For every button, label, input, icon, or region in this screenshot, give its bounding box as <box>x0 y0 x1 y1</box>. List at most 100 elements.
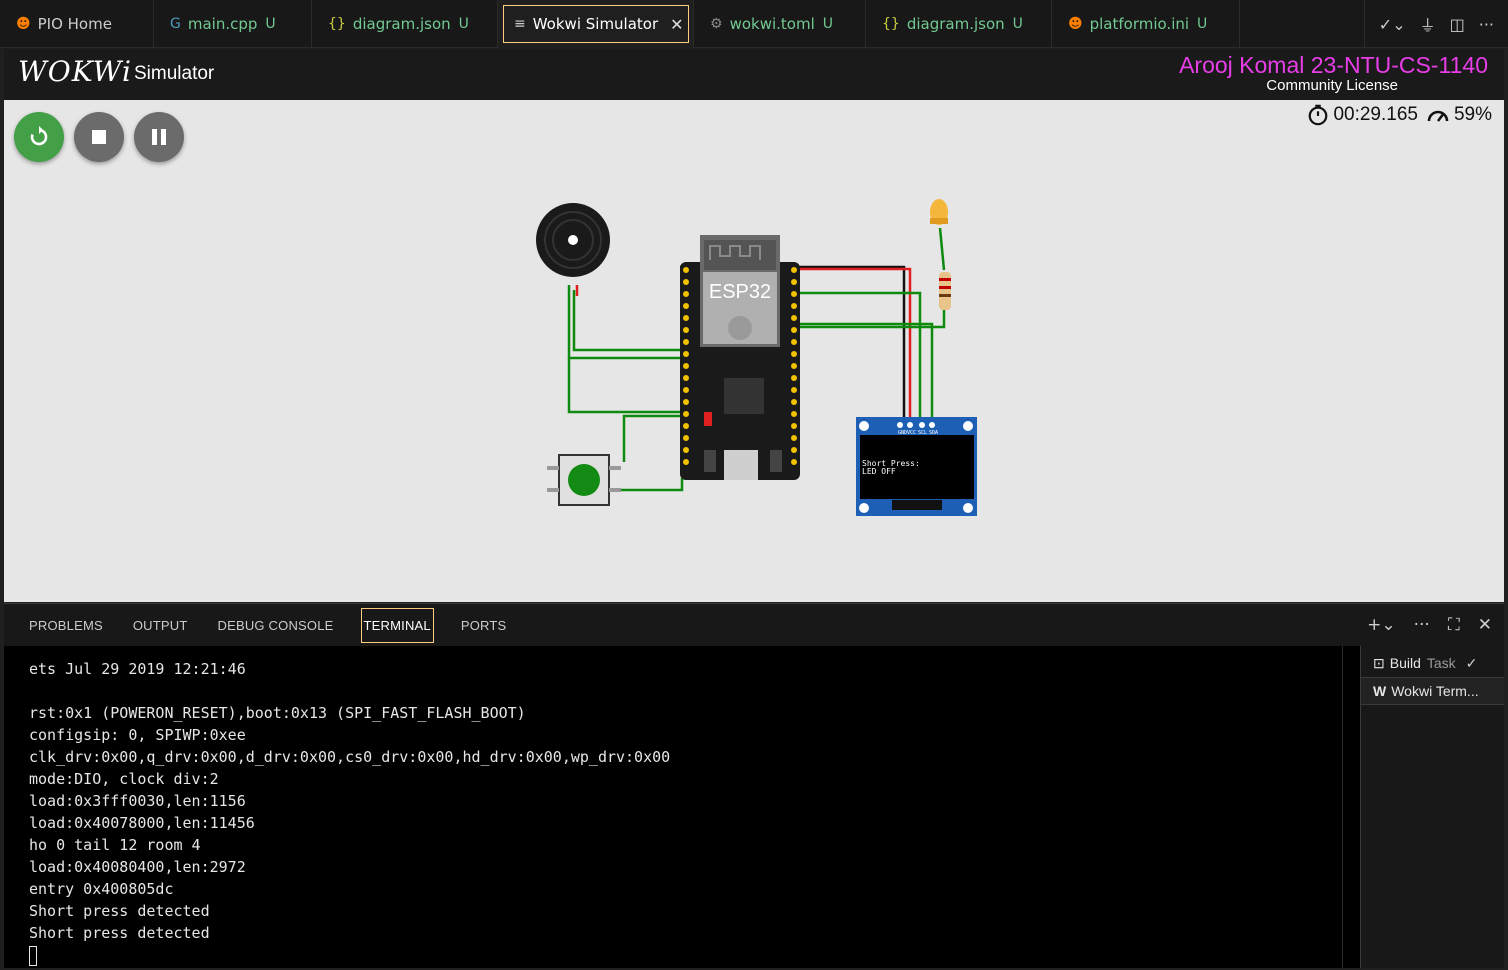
check-icon: ✓ <box>1465 654 1478 671</box>
license-name: Arooj Komal 23-NTU-CS-1140 <box>1179 52 1488 78</box>
modified-badge: U <box>822 16 833 32</box>
push-button[interactable] <box>547 454 621 506</box>
tab-ports[interactable]: PORTS <box>446 608 522 643</box>
terminal-list: ⊡ Build Task ✓ W Wokwi Term... <box>1360 646 1504 968</box>
wokwi-icon: W <box>1373 683 1387 699</box>
terminal-item-wokwi[interactable]: W Wokwi Term... <box>1361 677 1504 705</box>
tab-terminal[interactable]: TERMINAL <box>360 607 434 643</box>
oled-pin-sda: SDA <box>929 430 938 436</box>
speedometer-icon <box>1427 110 1449 122</box>
platformio-icon: ☻ <box>1068 16 1083 32</box>
tab-diagram-json-2[interactable]: {} diagram.json U <box>866 0 1052 48</box>
simulation-stats: 00:29.165 59% <box>1307 104 1492 126</box>
tab-main-cpp[interactable]: G main.cpp U <box>154 0 312 48</box>
terminal-item-label: Build <box>1389 655 1421 671</box>
more-icon[interactable]: ··· <box>1414 615 1430 635</box>
wire-button-b <box>622 414 686 462</box>
simulator-canvas[interactable]: ESP32 GND VCC SCL SDA Short Press: LED O… <box>4 100 1504 602</box>
stopwatch-icon <box>1309 104 1328 126</box>
tab-problems[interactable]: PROBLEMS <box>14 608 118 643</box>
tab-debug-console[interactable]: DEBUG CONSOLE <box>203 608 349 643</box>
stop-icon <box>92 130 106 144</box>
split-editor-icon[interactable]: ◫ <box>1450 15 1465 34</box>
json-braces-icon: {} <box>328 16 346 32</box>
stop-simulation-button[interactable] <box>74 112 124 162</box>
pause-simulation-button[interactable] <box>134 112 184 162</box>
preview-icon: ≡ <box>514 16 526 32</box>
bottom-panel: PROBLEMS OUTPUT DEBUG CONSOLE TERMINAL P… <box>4 603 1504 968</box>
terminal-item-suffix: Task <box>1426 655 1456 671</box>
tab-pio-home[interactable]: ☻ PIO Home <box>0 0 154 48</box>
simulator-title: Simulator <box>134 63 215 84</box>
panel-actions: +⌄ ··· ⛶ ✕ <box>1367 604 1492 646</box>
wire-oled-scl <box>794 291 922 418</box>
terminal-line: entry 0x400805dc <box>29 880 174 898</box>
terminal-line: clk_drv:0x00,q_drv:0x00,d_drv:0x00,cs0_d… <box>29 748 671 766</box>
modified-badge: U <box>265 16 276 32</box>
oled-pin-gnd: GND <box>898 430 907 436</box>
new-terminal-icon[interactable]: +⌄ <box>1367 615 1396 635</box>
led-component[interactable] <box>930 199 948 225</box>
terminal-line: configsip: 0, SPIWP:0xee <box>29 726 246 744</box>
simulation-speed: 59% <box>1426 104 1492 126</box>
tab-label: platformio.ini <box>1089 15 1190 33</box>
terminal-line: rst:0x1 (POWERON_RESET),boot:0x13 (SPI_F… <box>29 704 526 722</box>
terminal-item-build[interactable]: ⊡ Build Task ✓ <box>1361 649 1504 677</box>
more-icon[interactable]: ··· <box>1479 15 1494 34</box>
modified-badge: U <box>1197 16 1208 32</box>
simulation-speed-value: 59% <box>1453 104 1492 125</box>
esp32-board[interactable]: ESP32 <box>680 235 800 480</box>
pause-icon <box>152 129 166 145</box>
tab-platformio-ini[interactable]: ☻ platformio.ini U <box>1052 0 1240 48</box>
tab-wokwi-toml[interactable]: ⚙ wokwi.toml U <box>694 0 866 48</box>
tab-diagram-json[interactable]: {} diagram.json U <box>312 0 498 48</box>
restart-simulation-button[interactable] <box>14 112 64 162</box>
license-type: Community License <box>1266 77 1398 94</box>
circuit-diagram: ESP32 GND VCC SCL SDA Short Press: LED O… <box>536 199 977 516</box>
modified-badge: U <box>1012 16 1023 32</box>
oled-pin-vcc: VCC <box>907 430 916 436</box>
tab-label: diagram.json <box>906 15 1005 33</box>
tab-label: wokwi.toml <box>729 15 815 33</box>
restart-icon <box>30 126 48 146</box>
resistor[interactable] <box>939 272 951 310</box>
close-panel-icon[interactable]: ✕ <box>1478 615 1492 635</box>
check-icon[interactable]: ✓⌄ <box>1379 15 1406 34</box>
tab-label: main.cpp <box>187 15 258 33</box>
plug-icon[interactable]: ⏚ <box>1420 12 1436 36</box>
terminal-icon: ⊡ <box>1373 654 1385 671</box>
editor-actions: ✓⌄ ⏚ ◫ ··· <box>1363 0 1508 48</box>
elapsed-time-value: 00:29.165 <box>1333 104 1418 125</box>
tab-output[interactable]: OUTPUT <box>118 608 203 643</box>
maximize-panel-icon[interactable]: ⛶ <box>1448 615 1460 635</box>
json-braces-icon: {} <box>882 16 900 32</box>
terminal-scrollbar[interactable] <box>1342 646 1360 968</box>
tab-label: Wokwi Simulator <box>532 15 659 33</box>
modified-badge: U <box>458 16 469 32</box>
terminal-item-label: Wokwi Term... <box>1391 683 1479 699</box>
oled-text-line2: LED OFF <box>862 467 896 476</box>
wire-buzzer-signal <box>572 290 692 352</box>
panel-tabs: PROBLEMS OUTPUT DEBUG CONSOLE TERMINAL P… <box>4 604 1504 646</box>
terminal-line: load:0x3fff0030,len:1156 <box>29 792 246 810</box>
terminal-line: Short press detected <box>29 902 210 920</box>
elapsed-time: 00:29.165 <box>1307 104 1418 126</box>
wire-buzzer-gnd <box>567 285 680 360</box>
tab-label: diagram.json <box>352 15 451 33</box>
wokwi-header: WOKWi Simulator Arooj Komal 23-NTU-CS-11… <box>4 49 1504 100</box>
tab-wokwi-simulator[interactable]: ≡ Wokwi Simulator ✕ <box>498 0 694 48</box>
close-icon[interactable]: ✕ <box>670 15 683 34</box>
wire-button-a <box>567 358 684 414</box>
cpp-file-icon: G <box>170 16 181 32</box>
terminal-output[interactable]: ets Jul 29 2019 12:21:46 rst:0x1 (POWERO… <box>4 646 1342 968</box>
wire-oled-vcc <box>794 267 912 418</box>
buzzer[interactable] <box>536 203 610 277</box>
terminal-line: mode:DIO, clock div:2 <box>29 770 219 788</box>
platformio-icon: ☻ <box>16 16 31 32</box>
terminal-cursor <box>29 946 37 966</box>
editor-tab-bar: ☻ PIO Home G main.cpp U {} diagram.json … <box>0 0 1508 48</box>
wokwi-logo: WOKWi <box>18 55 132 88</box>
gear-icon: ⚙ <box>710 16 723 32</box>
oled-display[interactable]: GND VCC SCL SDA Short Press: LED OFF <box>856 417 977 516</box>
